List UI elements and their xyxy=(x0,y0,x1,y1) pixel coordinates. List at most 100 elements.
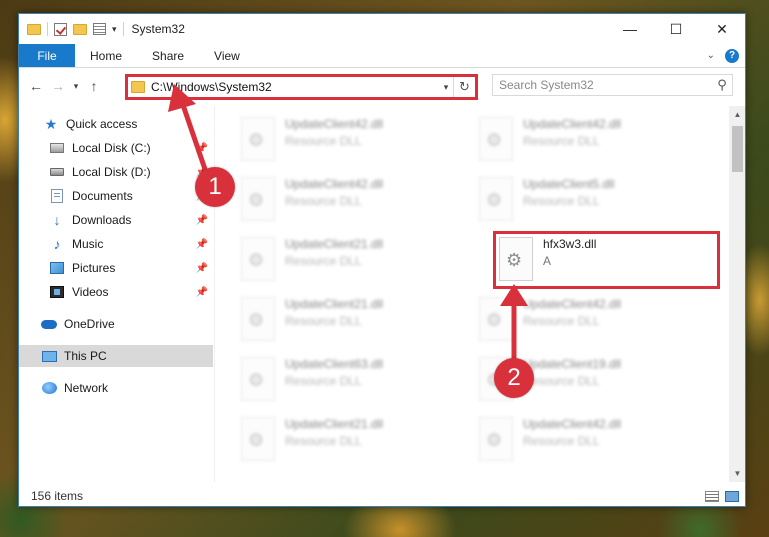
file-type: Resource DLL xyxy=(285,314,362,328)
search-input[interactable] xyxy=(493,78,712,92)
large-icons-view-icon[interactable] xyxy=(725,490,739,502)
dll-file-icon xyxy=(241,417,275,461)
file-name: UpdateClient5.dll xyxy=(523,177,615,191)
recent-locations-chevron-icon[interactable]: ▾ xyxy=(69,81,83,92)
pin-icon: 📌 xyxy=(195,214,208,226)
annotation-step-2-badge: 2 xyxy=(494,358,534,398)
folder-icon[interactable] xyxy=(27,23,41,35)
drive-icon xyxy=(50,143,64,153)
file-item[interactable]: UpdateClient42.dll Resource DLL xyxy=(479,113,709,169)
address-row: ← → ▾ ↑ C:\Windows\System32 ▾ ↻ ⚲ xyxy=(19,69,745,103)
sidebar-item-videos[interactable]: Videos 📌 xyxy=(19,281,213,303)
file-list: UpdateClient42.dll Resource DLL UpdateCli… xyxy=(217,106,729,482)
expand-ribbon-icon[interactable]: ⌄ xyxy=(707,50,715,61)
pin-icon: 📌 xyxy=(195,286,208,298)
documents-icon xyxy=(51,189,63,203)
sidebar-item-label: OneDrive xyxy=(64,317,115,331)
dll-file-icon xyxy=(479,177,513,221)
sidebar-item-downloads[interactable]: ↓ Downloads 📌 xyxy=(19,209,213,231)
help-icon[interactable]: ? xyxy=(725,48,739,63)
file-item[interactable]: UpdateClient42.dll Resource DLL xyxy=(479,413,709,469)
file-item[interactable]: UpdateClient63.dll Resource DLL xyxy=(241,353,471,409)
sidebar-item-this-pc[interactable]: This PC xyxy=(19,345,213,367)
sidebar-item-label: This PC xyxy=(64,349,107,363)
address-path[interactable]: C:\Windows\System32 xyxy=(151,80,439,94)
scroll-up-icon[interactable]: ▲ xyxy=(729,106,745,123)
window-title: System32 xyxy=(131,22,185,36)
star-icon: ★ xyxy=(44,115,58,132)
tab-view[interactable]: View xyxy=(199,44,255,67)
vertical-scrollbar[interactable]: ▲ ▼ xyxy=(729,106,745,482)
sidebar-item-local-disk-c[interactable]: Local Disk (C:) 📌 xyxy=(19,137,213,159)
new-folder-icon[interactable] xyxy=(73,23,87,35)
cloud-icon xyxy=(41,319,57,329)
file-item[interactable]: UpdateClient42.dll Resource DLL xyxy=(241,113,471,169)
dll-file-icon xyxy=(479,417,513,461)
dll-file-icon xyxy=(241,177,275,221)
sidebar-item-pictures[interactable]: Pictures 📌 xyxy=(19,257,213,279)
file-type: Resource DLL xyxy=(285,254,362,268)
file-item[interactable]: UpdateClient21.dll Resource DLL xyxy=(241,413,471,469)
file-name: UpdateClient42.dll xyxy=(523,417,622,431)
file-type: Resource DLL xyxy=(285,434,362,448)
properties-check-icon[interactable] xyxy=(54,22,67,36)
up-arrow-icon[interactable]: ↑ xyxy=(83,78,105,94)
close-button[interactable]: ✕ xyxy=(699,14,745,44)
refresh-icon[interactable]: ↻ xyxy=(453,77,475,97)
file-type: Resource DLL xyxy=(523,434,600,448)
sidebar-item-onedrive[interactable]: OneDrive xyxy=(19,313,213,335)
dll-file-icon xyxy=(241,357,275,401)
downloads-icon: ↓ xyxy=(53,212,61,228)
sidebar-item-music[interactable]: ♪ Music 📌 xyxy=(19,233,213,255)
file-item[interactable]: UpdateClient5.dll Resource DLL xyxy=(479,173,709,229)
details-view-icon[interactable] xyxy=(705,490,719,502)
divider xyxy=(122,22,124,36)
address-bar[interactable]: C:\Windows\System32 ▾ ↻ xyxy=(125,74,478,100)
file-explorer-window: ▾ System32 — ☐ ✕ File Home Share View ⌄ … xyxy=(18,13,746,507)
sidebar-item-label: Local Disk (D:) xyxy=(72,165,151,179)
scrollbar-thumb[interactable] xyxy=(732,126,743,172)
pictures-icon xyxy=(50,262,64,274)
maximize-button[interactable]: ☐ xyxy=(653,14,699,44)
file-item[interactable]: UpdateClient42.dll Resource DLL xyxy=(479,293,709,349)
file-name: UpdateClient42.dll xyxy=(523,297,622,311)
sidebar-item-label: Videos xyxy=(72,285,109,299)
file-item[interactable]: UpdateClient21.dll Resource DLL xyxy=(241,293,471,349)
scroll-down-icon[interactable]: ▼ xyxy=(729,465,745,482)
file-name: UpdateClient21.dll xyxy=(285,297,384,311)
file-type: Resource DLL xyxy=(523,194,600,208)
sidebar-item-quick-access[interactable]: ★ Quick access xyxy=(19,113,213,135)
minimize-button[interactable]: — xyxy=(607,14,653,44)
search-box[interactable]: ⚲ xyxy=(492,74,733,96)
pin-icon: 📌 xyxy=(195,262,208,274)
back-arrow-icon[interactable]: ← xyxy=(25,78,47,94)
title-bar: ▾ System32 — ☐ ✕ xyxy=(19,14,745,44)
file-item[interactable]: UpdateClient21.dll Resource DLL xyxy=(241,233,471,289)
dll-file-icon xyxy=(479,297,513,341)
properties-icon[interactable] xyxy=(93,23,106,35)
chevron-down-icon[interactable]: ▾ xyxy=(439,82,453,93)
file-name: UpdateClient19.dll xyxy=(523,357,622,371)
file-name: UpdateClient63.dll xyxy=(285,357,384,371)
sidebar-item-local-disk-d[interactable]: Local Disk (D:) 📌 xyxy=(19,161,213,183)
dll-file-icon xyxy=(241,297,275,341)
folder-icon xyxy=(131,81,145,93)
forward-arrow-icon[interactable]: → xyxy=(47,78,69,94)
chevron-down-icon[interactable]: ▾ xyxy=(112,24,117,35)
file-name: UpdateClient42.dll xyxy=(285,117,384,131)
sidebar-item-documents[interactable]: Documents 📌 xyxy=(19,185,213,207)
ribbon-tabs: File Home Share View ⌄ ? xyxy=(19,44,745,68)
drive-icon xyxy=(50,168,64,176)
file-item[interactable]: UpdateClient42.dll Resource DLL xyxy=(241,173,471,229)
tab-home[interactable]: Home xyxy=(75,44,137,67)
videos-icon xyxy=(50,286,64,298)
file-type: Resource DLL xyxy=(285,374,362,388)
sidebar-item-label: Pictures xyxy=(72,261,116,275)
highlight-box-hfx3w3 xyxy=(493,231,720,289)
tab-file[interactable]: File xyxy=(19,44,75,67)
file-type: Resource DLL xyxy=(285,134,362,148)
file-name: UpdateClient42.dll xyxy=(285,177,384,191)
tab-share[interactable]: Share xyxy=(137,44,199,67)
sidebar-item-network[interactable]: Network xyxy=(19,377,213,399)
search-icon[interactable]: ⚲ xyxy=(712,77,732,93)
